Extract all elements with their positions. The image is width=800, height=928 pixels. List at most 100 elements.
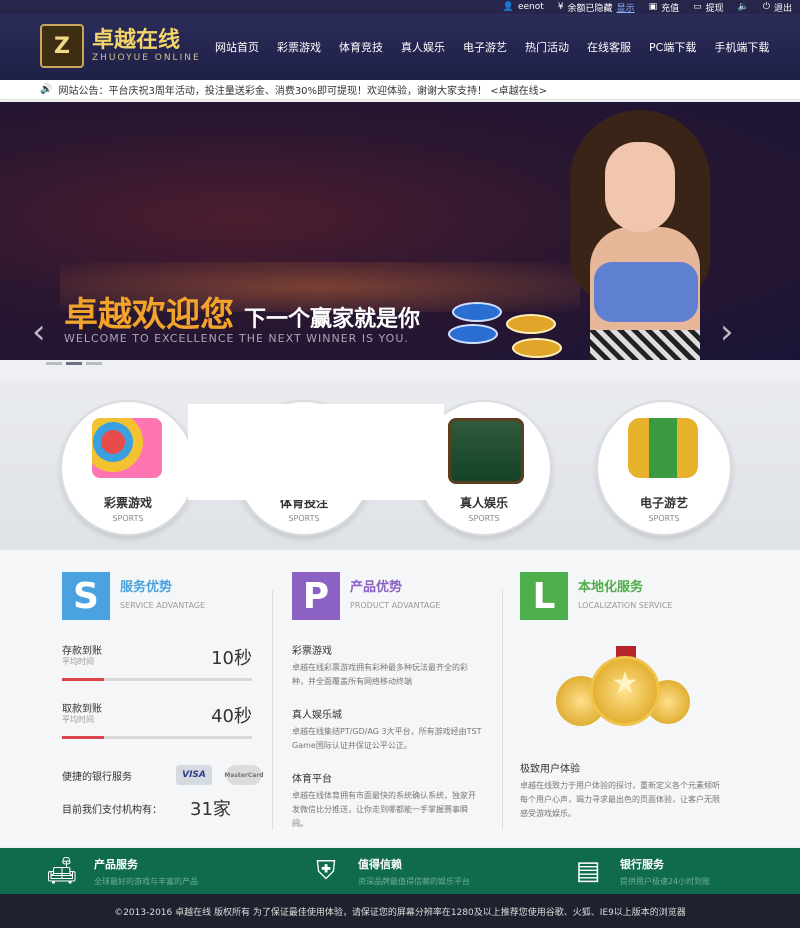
slider-dots: [46, 362, 102, 365]
nav-sports[interactable]: 体育竞技: [339, 39, 383, 55]
category-sub: SPORTS: [468, 514, 500, 523]
casino-chip: [452, 302, 502, 322]
service-badge: S: [62, 572, 110, 620]
product-item-title: 真人娱乐城: [292, 710, 342, 721]
category-slots[interactable]: 电子游艺 SPORTS: [596, 400, 732, 536]
casino-chip: [448, 324, 498, 344]
nav-mobile-download[interactable]: 手机端下载: [714, 39, 769, 55]
star-icon: ★: [611, 666, 639, 701]
band-item-product[interactable]: 🛋 产品服务 全球最好的游戏与丰富的产品: [42, 854, 198, 888]
banner-title-orange: 卓越欢迎您: [64, 295, 234, 335]
card-icon: ▭: [693, 2, 702, 12]
payment-count: 目前我们支付机构有： 31家: [62, 795, 231, 821]
footer-text: ©2013-2016 卓越在线 版权所有 为了保证最佳使用体验，请保证您的屏幕分…: [114, 907, 686, 918]
withdraw-progress-fill: [62, 736, 104, 739]
user-info[interactable]: 👤 eenot: [503, 2, 544, 12]
withdraw-value: 40秒: [211, 706, 252, 727]
game-categories: 彩票游戏 SPORTS 体育投注 SPORTS 真人娱乐 SPORTS 电子游艺…: [0, 380, 800, 550]
band-sub: 提供用户极速24小时到账: [620, 876, 711, 886]
slider-dot[interactable]: [46, 362, 62, 365]
product-item-title: 体育平台: [292, 774, 332, 785]
category-sub: SPORTS: [288, 514, 320, 523]
withdraw-label: 取款到账: [62, 704, 102, 715]
announcement-bar: 🔊 网站公告：平台庆祝3周年活动，投注量送彩金、消费30%即可提现！欢迎体验，谢…: [0, 80, 800, 100]
category-lottery[interactable]: 彩票游戏 SPORTS: [60, 400, 196, 536]
payment-value: 31家: [190, 799, 231, 820]
sound-toggle[interactable]: 🔈: [738, 2, 749, 12]
slider-dot-active[interactable]: [66, 362, 82, 365]
localization-item-title: 极致用户体验: [520, 764, 580, 775]
product-item-text: 卓越在线彩票游戏拥有彩种最多种玩法最齐全的彩种，并全面覆盖所有网络移动终端: [292, 663, 468, 686]
product-item-text: 卓越在线集结PT/GD/AG 3大平台，所有游戏经由TST Game国际认证并保…: [292, 727, 482, 750]
localization-item-text: 卓越在线致力于用户体验的探讨，重新定义各个元素倾听每个用户心声，竭力寻求最出色的…: [520, 781, 720, 818]
band-title: 值得信赖: [358, 857, 402, 871]
localization-subtitle: LOCALIZATION SERVICE: [578, 601, 673, 610]
sofa-icon: 🛋: [45, 856, 79, 886]
band-title: 产品服务: [94, 857, 138, 871]
features-section: S 服务优势 SERVICE ADVANTAGE 存款到账 平均时间 10秒 取…: [0, 550, 800, 846]
category-sub: SPORTS: [648, 514, 680, 523]
withdraw-stat: 取款到账 平均时间 40秒: [62, 700, 252, 740]
header: Z 卓越在线 ZHUOYUE ONLINE 网站首页 彩票游戏 体育竞技 真人娱…: [0, 14, 800, 80]
product-item: 体育平台 卓越在线体育拥有市面最快的系统确认系统，独家开发微信比分推送，让你走到…: [292, 770, 482, 831]
nav-promotions[interactable]: 热门活动: [525, 39, 569, 55]
product-item-title: 彩票游戏: [292, 646, 332, 657]
category-name: 彩票游戏: [103, 496, 152, 510]
show-balance-link[interactable]: 显示: [617, 1, 635, 14]
product-subtitle: PRODUCT ADVANTAGE: [350, 601, 441, 610]
banner-title-white: 下一个赢家就是你: [244, 307, 421, 332]
nav-live-casino[interactable]: 真人娱乐: [401, 39, 445, 55]
band-item-bank[interactable]: ▤ 银行服务 提供用户极速24小时到账: [568, 854, 710, 888]
logo-text: 卓越在线: [92, 28, 181, 53]
user-icon: 👤: [502, 2, 514, 12]
features-band: 🛋 产品服务 全球最好的游戏与丰富的产品 ⛨ 值得信赖 资深品牌最值得信赖的娱乐平台…: [0, 848, 800, 894]
mastercard-icon: MasterCard: [224, 765, 264, 785]
casino-table-icon: [448, 418, 524, 484]
announcement-text[interactable]: 网站公告：平台庆祝3周年活动，投注量送彩金、消费30%即可提现！欢迎体验，谢谢大…: [58, 82, 547, 97]
gold-medals-image: ★: [556, 646, 696, 736]
divider: [502, 590, 503, 830]
wallet-icon: ▣: [648, 2, 658, 12]
shield-icon: ⛨: [316, 855, 336, 886]
recharge-label: 充值: [661, 3, 680, 14]
service-column: S 服务优势 SERVICE ADVANTAGE: [62, 572, 272, 620]
nav-support[interactable]: 在线客服: [587, 39, 631, 55]
coin-icon: ¥: [557, 2, 564, 12]
localization-column: L 本地化服务 LOCALIZATION SERVICE: [520, 572, 730, 620]
deposit-sub: 平均时间: [62, 657, 94, 666]
banner-prev-arrow[interactable]: ‹: [32, 312, 46, 352]
username: eenot: [517, 2, 544, 12]
banner-title: 卓越欢迎您 下一个赢家就是你: [64, 287, 420, 336]
recharge-link[interactable]: ▣ 充值: [649, 1, 680, 14]
deposit-stat: 存款到账 平均时间 10秒: [62, 642, 252, 682]
deposit-value: 10秒: [211, 648, 252, 669]
product-column: P 产品优势 PRODUCT ADVANTAGE: [292, 572, 502, 620]
site-logo[interactable]: Z 卓越在线 ZHUOYUE ONLINE: [40, 24, 201, 68]
payment-label: 目前我们支付机构有：: [62, 804, 162, 816]
withdraw-sub: 平均时间: [62, 715, 94, 724]
banner-next-arrow[interactable]: ›: [720, 312, 734, 352]
band-item-trust[interactable]: ⛨ 值得信赖 资深品牌最值得信赖的娱乐平台: [306, 854, 470, 888]
power-icon: ⏻: [762, 2, 770, 12]
logo-subtext: ZHUOYUE ONLINE: [92, 53, 201, 63]
megaphone-icon: 🔊: [40, 84, 53, 95]
logout-link[interactable]: ⏻ 退出: [763, 1, 792, 14]
nav-slots[interactable]: 电子游艺: [463, 39, 507, 55]
hero-banner[interactable]: 卓越欢迎您 下一个赢家就是你 WELCOME TO EXCELLENCE THE…: [0, 102, 800, 360]
visa-icon: VISA: [176, 765, 212, 785]
banner-subtitle: WELCOME TO EXCELLENCE THE NEXT WINNER IS…: [64, 332, 409, 345]
slot-machine-icon: [628, 418, 698, 478]
nav-home[interactable]: 网站首页: [215, 39, 259, 55]
nav-pc-download[interactable]: PC端下载: [649, 39, 696, 55]
bank-label: 便捷的银行服务: [62, 771, 132, 783]
withdraw-progress: [62, 736, 252, 739]
slider-dot[interactable]: [86, 362, 102, 365]
deposit-progress: [62, 678, 252, 681]
product-title: 产品优势: [350, 580, 403, 595]
category-name: 电子游艺: [639, 496, 688, 510]
category-sub: SPORTS: [112, 514, 144, 523]
bank-card-icon: ▤: [575, 856, 601, 886]
withdraw-link[interactable]: ▭ 提现: [693, 1, 724, 14]
nav-lottery[interactable]: 彩票游戏: [277, 39, 321, 55]
product-item: 真人娱乐城 卓越在线集结PT/GD/AG 3大平台，所有游戏经由TST Game…: [292, 706, 482, 753]
